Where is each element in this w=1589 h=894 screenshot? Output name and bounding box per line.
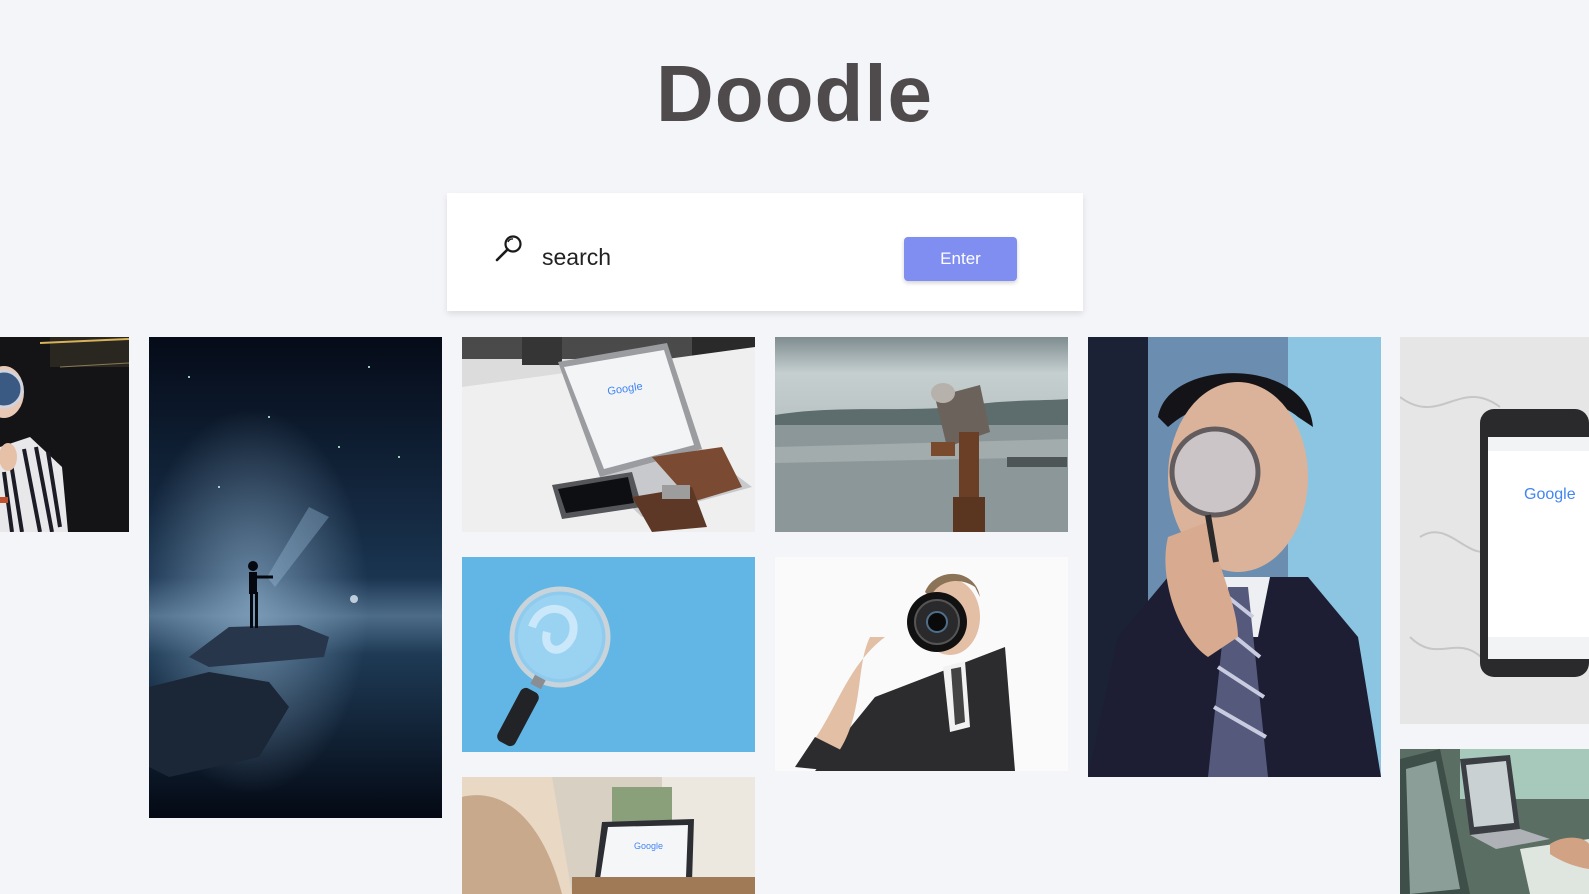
search-input[interactable] xyxy=(540,236,884,278)
gallery-image[interactable] xyxy=(462,557,755,752)
page-title: Doodle xyxy=(655,49,934,138)
gallery-image[interactable] xyxy=(1088,337,1381,777)
photo-icon xyxy=(1088,337,1381,777)
photo-icon xyxy=(775,557,1068,771)
google-logo: Google xyxy=(1524,486,1576,503)
gallery-image[interactable] xyxy=(1400,749,1589,894)
photo-icon xyxy=(1400,749,1589,894)
gallery-image[interactable]: Google xyxy=(462,337,755,532)
photo-icon: Google xyxy=(462,337,755,532)
photo-icon: Google xyxy=(1400,337,1589,724)
gallery-image[interactable]: Google xyxy=(1400,337,1589,724)
photo-icon: Google xyxy=(462,777,755,894)
gallery-image[interactable] xyxy=(775,557,1068,771)
photo-icon xyxy=(462,557,755,752)
photo-icon xyxy=(149,337,442,818)
photo-icon xyxy=(775,337,1068,532)
gallery-image[interactable]: Google xyxy=(462,777,755,894)
photo-icon xyxy=(0,337,129,532)
gallery-image[interactable] xyxy=(0,337,129,532)
gallery-image[interactable] xyxy=(775,337,1068,532)
google-logo: Google xyxy=(634,841,663,851)
gallery-image[interactable] xyxy=(149,337,442,818)
search-icon xyxy=(495,235,522,262)
enter-button[interactable]: Enter xyxy=(904,237,1017,281)
